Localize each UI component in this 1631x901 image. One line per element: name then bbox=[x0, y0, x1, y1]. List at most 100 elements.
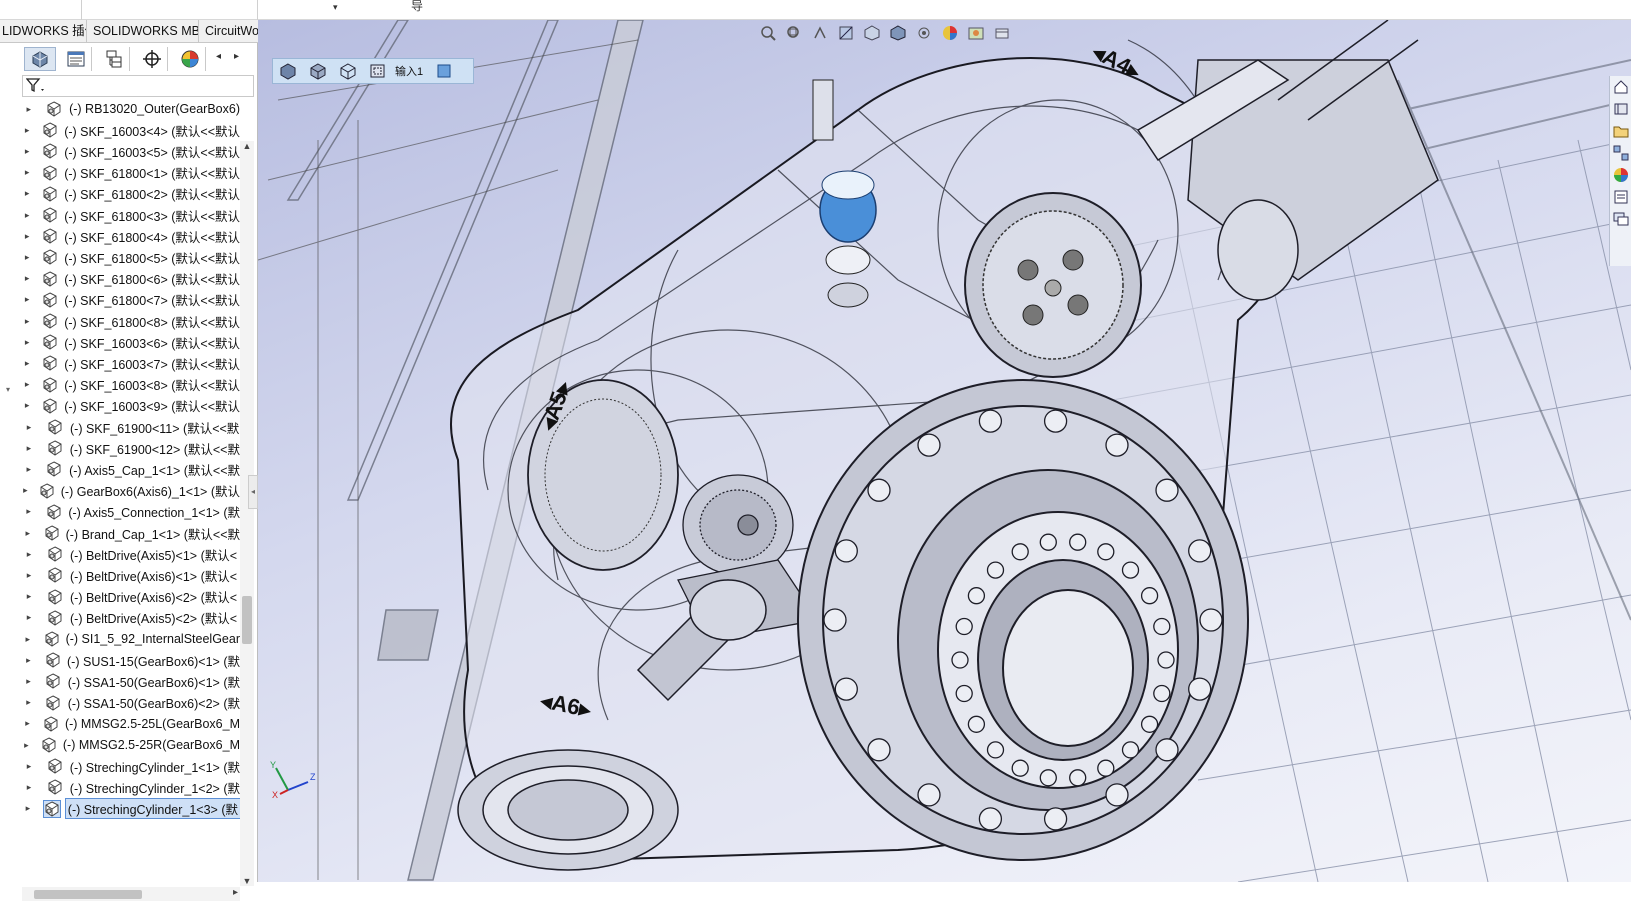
tree-horizontal-scrollbar[interactable]: ▸ bbox=[22, 887, 240, 901]
tree-item[interactable]: ▸ (-) SKF_16003<6> (默认<<默认 bbox=[22, 331, 240, 353]
zoom-to-area-icon[interactable] bbox=[784, 24, 804, 42]
expand-arrow-icon[interactable]: ▸ bbox=[22, 464, 36, 475]
tree-item[interactable]: ▸ (-) StrechingCylinder_1<3> (默 bbox=[22, 798, 240, 820]
tree-item[interactable]: ▸ (-) SSA1-50(GearBox6)<1> (默 bbox=[22, 670, 240, 692]
expand-arrow-icon[interactable]: ▸ bbox=[22, 740, 31, 751]
expand-arrow-icon[interactable]: ▸ bbox=[22, 316, 32, 327]
expand-arrow-icon[interactable]: ▸ bbox=[22, 506, 35, 517]
view-settings-icon[interactable] bbox=[992, 24, 1012, 42]
scroll-up-icon[interactable]: ▲ bbox=[240, 141, 254, 151]
tree-item[interactable]: ▸ (-) SKF_61800<5> (默认<<默认 bbox=[22, 246, 240, 268]
tree-item[interactable]: ▸ (-) SKF_61800<2> (默认<<默认 bbox=[22, 183, 240, 205]
view-orientation-icon[interactable] bbox=[862, 24, 882, 42]
expand-arrow-icon[interactable]: ▸ bbox=[22, 231, 32, 242]
tree-item[interactable]: ▸ (-) BeltDrive(Axis6)<1> (默认< bbox=[22, 564, 240, 586]
expand-arrow-icon[interactable]: ▸ bbox=[22, 167, 32, 178]
tree-item[interactable]: ▸ (-) SKF_16003<8> (默认<<默认 bbox=[22, 374, 240, 396]
expand-arrow-icon[interactable]: ▸ bbox=[22, 782, 36, 793]
tree-item[interactable]: ▸ (-) SKF_16003<4> (默认<<默认 bbox=[22, 119, 240, 141]
tree-item[interactable]: ▸ (-) BeltDrive(Axis5)<1> (默认< bbox=[22, 543, 240, 565]
previous-view-icon[interactable] bbox=[810, 24, 830, 42]
expand-arrow-icon[interactable]: ▸ bbox=[22, 443, 36, 454]
tree-item[interactable]: ▸ (-) BeltDrive(Axis6)<2> (默认< bbox=[22, 586, 240, 608]
expand-arrow-icon[interactable]: ▸ bbox=[22, 210, 32, 221]
dimxpert-manager-tab[interactable] bbox=[136, 47, 168, 71]
expand-arrow-icon[interactable]: ▸ bbox=[22, 761, 36, 772]
expand-arrow-icon[interactable]: ▸ bbox=[22, 104, 36, 115]
expand-arrow-icon[interactable]: ▸ bbox=[22, 337, 32, 348]
display-manager-tab[interactable] bbox=[174, 47, 206, 71]
assembly-model-view[interactable]: ◂A4▸ ◂A5▸ ◂A6▸ Z Y X bbox=[258, 20, 1631, 882]
expand-arrow-icon[interactable]: ▸ bbox=[22, 612, 36, 623]
tree-item[interactable]: ▸ (-) SKF_16003<7> (默认<<默认 bbox=[22, 352, 240, 374]
tree-item[interactable]: ▸ (-) SSA1-50(GearBox6)<2> (默 bbox=[22, 692, 240, 714]
appearances-icon[interactable] bbox=[1610, 164, 1631, 186]
expand-arrow-icon[interactable]: ▸ bbox=[22, 549, 36, 560]
tree-item[interactable]: ▸ (-) SKF_61800<1> (默认<<默认 bbox=[22, 162, 240, 184]
scrollbar-thumb[interactable] bbox=[242, 596, 252, 644]
panel-tab-scroll-left[interactable]: ◂ bbox=[216, 51, 221, 62]
tree-vertical-scrollbar[interactable]: ▲ ▼ bbox=[240, 141, 254, 886]
expand-arrow-icon[interactable]: ▸ bbox=[22, 379, 32, 390]
expand-arrow-icon[interactable]: ▸ bbox=[22, 358, 32, 369]
custom-properties-icon[interactable] bbox=[1610, 186, 1631, 208]
configuration-manager-tab[interactable] bbox=[98, 47, 130, 71]
graphics-area[interactable]: ◂A4▸ ◂A5▸ ◂A6▸ Z Y X 输入1 bbox=[258, 20, 1631, 882]
tree-item[interactable]: ▸ (-) StrechingCylinder_1<1> (默 bbox=[22, 755, 240, 777]
tree-item[interactable]: ▸ (-) MMSG2.5-25R(GearBox6_M bbox=[22, 734, 240, 756]
expand-arrow-icon[interactable]: ▸ bbox=[22, 570, 36, 581]
tree-item[interactable]: ▸ (-) Axis5_Cap_1<1> (默认<<默 bbox=[22, 458, 240, 480]
tree-item[interactable]: ▸ (-) SI1_5_92_InternalSteelGear bbox=[22, 628, 240, 650]
expand-arrow-icon[interactable]: ▸ bbox=[22, 188, 32, 199]
scroll-right-icon[interactable]: ▸ bbox=[233, 887, 238, 898]
solidworks-resources-icon[interactable] bbox=[1610, 76, 1631, 98]
tree-item[interactable]: ▸ (-) SKF_61800<8> (默认<<默认 bbox=[22, 310, 240, 332]
tree-filter[interactable] bbox=[22, 75, 254, 97]
expand-arrow-icon[interactable]: ▸ bbox=[22, 294, 32, 305]
tree-item[interactable]: ▸ (-) RB13020_Outer(GearBox6) bbox=[22, 98, 240, 120]
tree-item[interactable]: ▸ (-) SKF_61800<3> (默认<<默认 bbox=[22, 204, 240, 226]
tab-solidworks-addins[interactable]: LIDWORKS 插件 bbox=[0, 20, 87, 43]
filter-icon[interactable] bbox=[26, 78, 46, 94]
hide-show-items-icon[interactable] bbox=[914, 24, 934, 42]
tree-item[interactable]: ▸ (-) SKF_61900<11> (默认<<默 bbox=[22, 416, 240, 438]
tree-item[interactable]: ▸ (-) SKF_61900<12> (默认<<默 bbox=[22, 437, 240, 459]
tab-solidworks-mbd[interactable]: SOLIDWORKS MBD bbox=[87, 20, 199, 43]
feature-manager-tab[interactable] bbox=[24, 47, 56, 71]
expand-arrow-icon[interactable]: ▸ bbox=[22, 273, 32, 284]
expand-arrow-icon[interactable]: ▸ bbox=[22, 528, 34, 539]
apply-scene-icon[interactable] bbox=[966, 24, 986, 42]
scrollbar-thumb[interactable] bbox=[34, 890, 142, 899]
expand-arrow-icon[interactable]: ▸ bbox=[22, 803, 34, 814]
expand-arrow-icon[interactable]: ▸ bbox=[22, 252, 32, 263]
view-cube-icon[interactable] bbox=[273, 60, 303, 82]
chevron-down-icon[interactable]: ▾ bbox=[333, 2, 338, 13]
tree-item[interactable]: ▸ (-) Brand_Cap_1<1> (默认<<默 bbox=[22, 522, 240, 544]
tree-item[interactable]: ▸ (-) MMSG2.5-25L(GearBox6_M bbox=[22, 713, 240, 735]
tree-item[interactable]: ▸ (-) GearBox6(Axis6)_1<1> (默认 bbox=[22, 480, 240, 502]
tree-item[interactable]: ▸ (-) SKF_16003<9> (默认<<默认 bbox=[22, 395, 240, 417]
view-toolbar-label[interactable]: 输入1 bbox=[395, 63, 423, 79]
expand-arrow-icon[interactable]: ▸ bbox=[22, 676, 35, 687]
expand-arrow-icon[interactable]: ▸ bbox=[22, 634, 34, 645]
tree-item[interactable]: ▸ (-) SKF_16003<5> (默认<<默认 bbox=[22, 140, 240, 162]
expand-arrow-icon[interactable]: ▸ bbox=[22, 655, 35, 666]
expand-arrow-icon[interactable]: ▸ bbox=[22, 422, 36, 433]
tree-item[interactable]: ▸ (-) SKF_61800<6> (默认<<默认 bbox=[22, 268, 240, 290]
view-toolbar-toggle-icon[interactable] bbox=[429, 60, 459, 82]
panel-tab-scroll-right[interactable]: ▸ bbox=[234, 51, 239, 62]
scroll-down-icon[interactable]: ▼ bbox=[240, 876, 254, 886]
panel-splitter-handle[interactable]: ◂ bbox=[248, 475, 258, 509]
expand-arrow-icon[interactable]: ▸ bbox=[22, 400, 32, 411]
file-explorer-icon[interactable] bbox=[1610, 120, 1631, 142]
expand-arrow-icon[interactable]: ▸ bbox=[22, 125, 32, 136]
expand-arrow-icon[interactable]: ▸ bbox=[22, 591, 36, 602]
design-library-icon[interactable] bbox=[1610, 98, 1631, 120]
forum-icon[interactable] bbox=[1610, 208, 1631, 230]
shaded-with-edges-icon[interactable] bbox=[303, 60, 333, 82]
expand-arrow-icon[interactable]: ▸ bbox=[22, 146, 32, 157]
view-palette-icon[interactable] bbox=[1610, 142, 1631, 164]
edit-appearance-icon[interactable] bbox=[940, 24, 960, 42]
expand-arrow-icon[interactable]: ▸ bbox=[22, 718, 33, 729]
expand-arrow-icon[interactable]: ▸ bbox=[22, 697, 35, 708]
